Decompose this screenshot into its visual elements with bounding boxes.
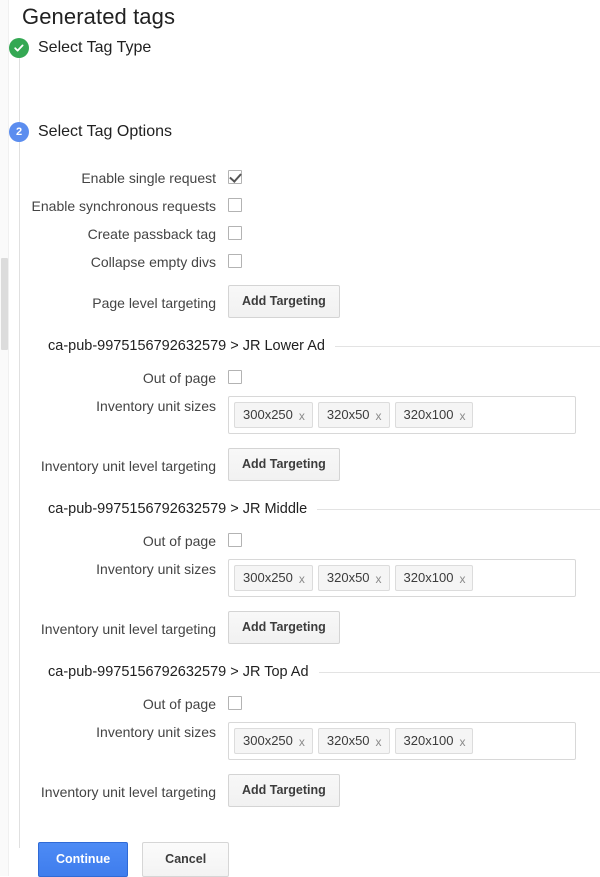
option-row-collapse-empty-divs: Collapse empty divs <box>0 252 600 271</box>
inventory-unit-level-targeting-row: Inventory unit level targeting Add Targe… <box>0 774 600 807</box>
cancel-button[interactable]: Cancel <box>142 842 229 877</box>
remove-chip-icon[interactable]: x <box>459 410 465 422</box>
ad-unit-heading: ca-pub-9975156792632579 > JR Top Ad <box>48 664 319 680</box>
ad-unit-divider <box>335 346 600 347</box>
remove-chip-icon[interactable]: x <box>376 573 382 585</box>
remove-chip-icon[interactable]: x <box>376 410 382 422</box>
step-1-badge <box>9 38 29 58</box>
remove-chip-icon[interactable]: x <box>376 736 382 748</box>
size-chip[interactable]: 320x50 x <box>318 402 390 428</box>
ad-unit-header: ca-pub-9975156792632579 > JR Middle <box>0 501 600 517</box>
out-of-page-label: Out of page <box>0 694 228 713</box>
ad-unit-divider <box>319 672 600 673</box>
step-select-tag-type[interactable]: Select Tag Type <box>9 38 151 58</box>
inventory-unit-sizes-label: Inventory unit sizes <box>0 396 228 415</box>
checkbox-create-passback-tag[interactable] <box>228 226 242 240</box>
step-2-label: Select Tag Options <box>38 123 172 141</box>
remove-chip-icon[interactable]: x <box>299 573 305 585</box>
out-of-page-row: Out of page <box>0 531 600 550</box>
checkbox-out-of-page-2[interactable] <box>228 533 242 547</box>
inventory-add-targeting-button-3[interactable]: Add Targeting <box>228 774 340 807</box>
step-1-label: Select Tag Type <box>38 39 151 57</box>
inventory-unit-sizes-input-2[interactable]: 300x250 x 320x50 x 320x100 x <box>228 559 576 597</box>
inventory-add-targeting-button-1[interactable]: Add Targeting <box>228 448 340 481</box>
inventory-unit-sizes-input-1[interactable]: 300x250 x 320x50 x 320x100 x <box>228 396 576 434</box>
option-row-enable-synchronous-requests: Enable synchronous requests <box>0 196 600 215</box>
continue-button[interactable]: Continue <box>38 842 128 877</box>
inventory-add-targeting-button-2[interactable]: Add Targeting <box>228 611 340 644</box>
size-chip-label: 320x50 <box>327 570 370 585</box>
option-label: Create passback tag <box>0 224 228 243</box>
size-chip-label: 300x250 <box>243 733 293 748</box>
check-icon <box>13 42 25 54</box>
inventory-unit-level-targeting-row: Inventory unit level targeting Add Targe… <box>0 448 600 481</box>
inventory-unit-sizes-label: Inventory unit sizes <box>0 559 228 578</box>
size-chip-label: 320x100 <box>404 570 454 585</box>
size-chip-label: 300x250 <box>243 570 293 585</box>
page-level-add-targeting-button[interactable]: Add Targeting <box>228 285 340 318</box>
size-chip-label: 320x50 <box>327 407 370 422</box>
option-row-create-passback-tag: Create passback tag <box>0 224 600 243</box>
out-of-page-row: Out of page <box>0 368 600 387</box>
inventory-unit-level-targeting-label: Inventory unit level targeting <box>0 611 228 638</box>
inventory-unit-sizes-row: Inventory unit sizes 300x250 x 320x50 x … <box>0 559 600 597</box>
size-chip[interactable]: 320x100 x <box>395 565 474 591</box>
size-chip[interactable]: 300x250 x <box>234 565 313 591</box>
footer-actions: Continue Cancel <box>38 842 229 877</box>
inventory-unit-sizes-input-3[interactable]: 300x250 x 320x50 x 320x100 x <box>228 722 576 760</box>
out-of-page-label: Out of page <box>0 531 228 550</box>
tag-options-form: Enable single request Enable synchronous… <box>0 168 600 809</box>
option-label: Collapse empty divs <box>0 252 228 271</box>
inventory-unit-level-targeting-row: Inventory unit level targeting Add Targe… <box>0 611 600 644</box>
size-chip[interactable]: 320x100 x <box>395 402 474 428</box>
remove-chip-icon[interactable]: x <box>299 410 305 422</box>
inventory-unit-level-targeting-label: Inventory unit level targeting <box>0 774 228 801</box>
step-select-tag-options[interactable]: 2 Select Tag Options <box>9 122 172 142</box>
page-title: Generated tags <box>22 4 175 30</box>
ad-unit-heading: ca-pub-9975156792632579 > JR Middle <box>48 501 317 517</box>
size-chip[interactable]: 320x50 x <box>318 728 390 754</box>
inventory-unit-sizes-row: Inventory unit sizes 300x250 x 320x50 x … <box>0 722 600 760</box>
ad-unit-divider <box>317 509 600 510</box>
size-chip[interactable]: 320x100 x <box>395 728 474 754</box>
size-chip-label: 320x50 <box>327 733 370 748</box>
checkbox-enable-single-request[interactable] <box>228 170 242 184</box>
option-label: Enable single request <box>0 168 228 187</box>
size-chip[interactable]: 300x250 x <box>234 728 313 754</box>
checkbox-collapse-empty-divs[interactable] <box>228 254 242 268</box>
ad-unit-header: ca-pub-9975156792632579 > JR Top Ad <box>0 664 600 680</box>
size-chip[interactable]: 320x50 x <box>318 565 390 591</box>
ad-unit-heading: ca-pub-9975156792632579 > JR Lower Ad <box>48 338 335 354</box>
size-chip-label: 320x100 <box>404 733 454 748</box>
option-label: Enable synchronous requests <box>0 196 228 215</box>
remove-chip-icon[interactable]: x <box>459 736 465 748</box>
remove-chip-icon[interactable]: x <box>459 573 465 585</box>
remove-chip-icon[interactable]: x <box>299 736 305 748</box>
inventory-unit-sizes-row: Inventory unit sizes 300x250 x 320x50 x … <box>0 396 600 434</box>
checkbox-out-of-page-1[interactable] <box>228 370 242 384</box>
step-2-badge: 2 <box>9 122 29 142</box>
out-of-page-row: Out of page <box>0 694 600 713</box>
size-chip-label: 320x100 <box>404 407 454 422</box>
option-row-enable-single-request: Enable single request <box>0 168 600 187</box>
inventory-unit-sizes-label: Inventory unit sizes <box>0 722 228 741</box>
page-level-targeting-label: Page level targeting <box>0 285 228 312</box>
size-chip[interactable]: 300x250 x <box>234 402 313 428</box>
inventory-unit-level-targeting-label: Inventory unit level targeting <box>0 448 228 475</box>
ad-unit-header: ca-pub-9975156792632579 > JR Lower Ad <box>0 338 600 354</box>
out-of-page-label: Out of page <box>0 368 228 387</box>
page-level-targeting-row: Page level targeting Add Targeting <box>0 285 600 318</box>
checkbox-enable-synchronous-requests[interactable] <box>228 198 242 212</box>
checkbox-out-of-page-3[interactable] <box>228 696 242 710</box>
size-chip-label: 300x250 <box>243 407 293 422</box>
